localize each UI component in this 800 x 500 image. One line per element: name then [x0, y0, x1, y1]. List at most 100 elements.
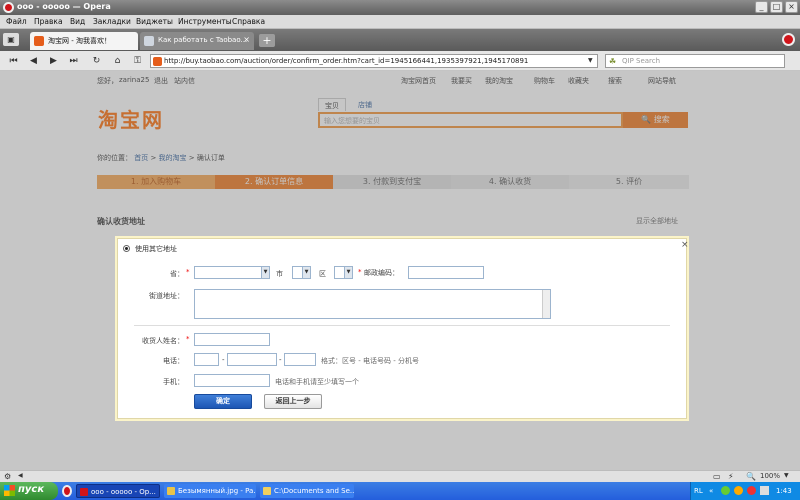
taobao-favicon-icon — [153, 57, 162, 66]
window-title-bar: ооо - ооооо — Opera _ □ × — [0, 0, 800, 15]
phone-format-hint: 格式：区号 - 电话号码 - 分机号 — [321, 357, 419, 365]
system-tray: RL « 1:43 — [690, 482, 800, 500]
windows-flag-icon — [4, 485, 15, 496]
district-select[interactable]: ▼ — [334, 266, 353, 279]
radio-other-address[interactable] — [123, 245, 130, 252]
mobile-hint: 电话和手机请至少填写一个 — [275, 378, 359, 386]
menu-bookmarks[interactable]: Закладки — [93, 17, 131, 26]
start-label: пуск — [18, 484, 45, 495]
taobao-favicon-icon — [34, 36, 44, 46]
task-label: C:\Documents and Se... — [274, 487, 354, 495]
street-textarea[interactable] — [194, 289, 551, 319]
tab-taobao[interactable]: 淘宝网 - 淘我喜欢！ — [30, 32, 138, 50]
volume-icon[interactable] — [760, 486, 769, 495]
folder-icon — [263, 487, 271, 495]
street-label: 街道地址： — [149, 292, 184, 300]
menu-view[interactable]: Вид — [70, 17, 85, 26]
required-mark: * — [186, 268, 190, 276]
city-label: 市 — [276, 270, 283, 278]
opera-icon — [80, 488, 88, 496]
recipient-name-input[interactable] — [194, 333, 270, 346]
tab-label: Как работать с Taobao... — [158, 36, 248, 44]
phone-extension-input[interactable] — [284, 353, 316, 366]
zoom-level[interactable]: 100% — [760, 472, 780, 480]
task-label: ооо - ооооо - Ор... — [91, 488, 156, 496]
tab-how-to-taobao[interactable]: Как работать с Taobao... × — [140, 32, 254, 50]
task-paint[interactable]: Безымянный.jpg - Pa... — [164, 484, 256, 498]
opera-menu-icon[interactable] — [782, 33, 795, 46]
rewind-icon[interactable]: ⏮ — [6, 54, 21, 68]
district-label: 区 — [319, 270, 326, 278]
fast-forward-icon[interactable]: ⏭ — [66, 54, 81, 68]
minimize-button[interactable]: _ — [755, 1, 768, 13]
search-placeholder: QIP Search — [622, 57, 661, 65]
scroll-left-icon[interactable]: ◀ — [18, 472, 23, 479]
phone-label: 电话： — [163, 357, 184, 365]
key-icon[interactable]: ⚿ — [130, 54, 145, 68]
back-icon[interactable]: ◀ — [26, 54, 41, 68]
phone-area-code-input[interactable] — [194, 353, 219, 366]
textarea-scrollbar[interactable] — [542, 290, 550, 318]
back-button[interactable]: 返回上一步 — [264, 394, 322, 409]
home-icon[interactable]: ⌂ — [110, 54, 125, 68]
tray-app-icon[interactable] — [747, 486, 756, 495]
tray-app-icon[interactable] — [734, 486, 743, 495]
zoom-dropdown-icon[interactable]: ▼ — [784, 472, 789, 479]
menu-file[interactable]: Файл — [6, 17, 27, 26]
address-toolbar: ⏮ ◀ ▶ ⏭ ↻ ⌂ ⚿ http://buy.taobao.com/auct… — [0, 51, 800, 71]
reload-icon[interactable]: ↻ — [89, 54, 104, 68]
task-opera[interactable]: ооо - ооооо - Ор... — [76, 484, 160, 498]
province-label: 省： — [170, 270, 184, 278]
paint-icon — [167, 487, 175, 495]
window-title: ооо - ооооо — Opera — [17, 2, 111, 11]
new-tab-button[interactable]: + — [259, 34, 275, 47]
panel-toggle-icon[interactable]: ▣ — [3, 33, 19, 46]
search-input[interactable]: ☘ QIP Search — [605, 54, 785, 68]
task-explorer[interactable]: C:\Documents and Se... — [260, 484, 354, 498]
tab-bar: ▣ 淘宝网 - 淘我喜欢！ Как работать с Taobao... ×… — [0, 29, 800, 51]
zoom-icon: 🔍 — [746, 472, 756, 481]
view-icon[interactable]: ▭ — [713, 472, 721, 481]
quicklaunch-opera-icon[interactable] — [62, 485, 72, 497]
close-tab-icon[interactable]: × — [243, 35, 250, 44]
chevron-down-icon: ▼ — [344, 267, 352, 278]
zip-input[interactable] — [408, 266, 484, 279]
new-address-dialog: × 使用其它地址 省： * ▼ 市 ▼ 区 ▼ * 邮政编码： 街道地址： 收货… — [117, 238, 689, 419]
phone-number-input[interactable] — [227, 353, 277, 366]
menu-tools[interactable]: Инструменты — [178, 17, 232, 26]
status-bar: ⚙ ◀ ▭ ⚡ 🔍 100% ▼ — [0, 470, 800, 482]
qip-search-icon: ☘ — [609, 57, 617, 66]
divider — [134, 325, 670, 326]
menu-bar: Файл Правка Вид Закладки Виджеты Инструм… — [0, 15, 800, 29]
language-indicator[interactable]: RL — [694, 487, 703, 495]
mobile-input[interactable] — [194, 374, 270, 387]
confirm-button[interactable]: 确定 — [194, 394, 252, 409]
task-label: Безымянный.jpg - Pa... — [178, 487, 256, 495]
opera-logo-icon — [3, 2, 14, 13]
tab-label: 淘宝网 - 淘我喜欢！ — [48, 37, 111, 45]
start-button[interactable]: пуск — [0, 482, 58, 500]
required-mark: * — [358, 268, 362, 276]
menu-widgets[interactable]: Виджеты — [136, 17, 173, 26]
clock[interactable]: 1:43 — [776, 487, 792, 495]
url-field[interactable]: http://buy.taobao.com/auction/order/conf… — [150, 54, 598, 68]
chevron-down-icon: ▼ — [302, 267, 310, 278]
close-dialog-icon[interactable]: × — [681, 240, 689, 250]
province-select[interactable]: ▼ — [194, 266, 270, 279]
tray-app-icon[interactable] — [721, 486, 730, 495]
settings-icon[interactable]: ⚙ — [4, 472, 11, 481]
tray-arrow-icon[interactable]: « — [709, 487, 713, 495]
city-select[interactable]: ▼ — [292, 266, 311, 279]
recipient-name-label: 收货人姓名： — [142, 337, 184, 345]
forward-icon[interactable]: ▶ — [46, 54, 61, 68]
maximize-button[interactable]: □ — [770, 1, 783, 13]
speed-icon[interactable]: ⚡ — [728, 472, 734, 481]
close-window-button[interactable]: × — [785, 1, 798, 13]
menu-help[interactable]: Справка — [232, 17, 265, 26]
url-dropdown-icon[interactable]: ▼ — [588, 54, 598, 68]
required-mark: * — [186, 335, 190, 343]
menu-edit[interactable]: Правка — [34, 17, 63, 26]
mobile-label: 手机： — [163, 378, 184, 386]
windows-taskbar: пуск ооо - ооооо - Ор... Безымянный.jpg … — [0, 482, 800, 500]
chevron-down-icon: ▼ — [261, 267, 269, 278]
